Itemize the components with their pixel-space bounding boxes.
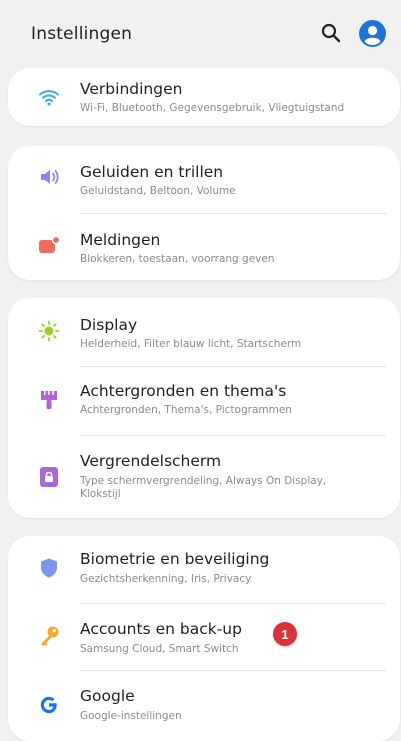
settings-item-title: Meldingen: [80, 231, 161, 249]
settings-item-title: Google: [80, 687, 135, 705]
settings-item-title: Vergrendelscherm: [80, 452, 222, 470]
google-icon: [40, 696, 57, 714]
sun-icon: [38, 320, 60, 342]
settings-item-title: Achtergronden en thema's: [80, 382, 287, 400]
settings-group-display: Display Helderheid, Filter blauw licht, …: [8, 298, 400, 518]
settings-item-title: Accounts en back-up: [80, 620, 242, 638]
settings-item-verbindingen[interactable]: Verbindingen Wi-Fi, Bluetooth, Gegevensg…: [8, 68, 400, 126]
settings-item-subtitle: Blokkeren, toestaan, voorrang geven: [80, 253, 275, 265]
shield-icon: [41, 558, 57, 578]
settings-item-subtitle: Geluidstand, Beltoon, Volume: [80, 185, 236, 197]
notification-badge: 1: [273, 622, 297, 646]
settings-item-display[interactable]: Display Helderheid, Filter blauw licht, …: [8, 298, 400, 366]
settings-item-title: Geluiden en trillen: [80, 163, 224, 181]
settings-item-title: Biometrie en beveiliging: [80, 550, 270, 568]
lock-icon: [40, 467, 58, 487]
settings-item-achtergronden[interactable]: Achtergronden en thema's Achtergronden, …: [8, 366, 400, 435]
settings-item-subtitle: Helderheid, Filter blauw licht, Startsch…: [80, 338, 302, 350]
settings-item-title: Verbindingen: [80, 80, 183, 98]
page-title: Instellingen: [31, 24, 133, 44]
settings-item-google[interactable]: Google Google-instellingen: [8, 670, 400, 737]
settings-item-subtitle: Wi-Fi, Bluetooth, Gegevensgebruik, Vlieg…: [80, 102, 345, 114]
avatar-icon[interactable]: [359, 20, 386, 47]
key-icon: [41, 626, 59, 646]
speaker-icon: [41, 170, 59, 184]
notification-icon: [39, 235, 60, 253]
header: Instellingen: [0, 0, 401, 68]
settings-group-connections: Verbindingen Wi-Fi, Bluetooth, Gegevensg…: [8, 68, 400, 126]
settings-item-subtitle: Type schermvergrendeling, Always On Disp…: [80, 475, 327, 500]
settings-item-vergrendelscherm[interactable]: Vergrendelscherm Type schermvergrendelin…: [8, 435, 400, 518]
settings-item-subtitle: Google-instellingen: [80, 710, 182, 722]
settings-item-title: Display: [80, 316, 138, 334]
paintbrush-icon: [41, 391, 57, 409]
settings-item-biometrie[interactable]: Biometrie en beveiliging Gezichtsherkenn…: [8, 536, 400, 603]
settings-item-geluiden[interactable]: Geluiden en trillen Geluidstand, Beltoon…: [8, 146, 400, 213]
search-icon[interactable]: [320, 22, 342, 44]
settings-item-subtitle: Gezichtsherkenning, Iris, Privacy: [80, 573, 252, 585]
settings-item-meldingen[interactable]: Meldingen Blokkeren, toestaan, voorrang …: [8, 213, 400, 280]
settings-item-subtitle: Achtergronden, Thema's, Pictogrammen: [80, 404, 292, 416]
settings-item-accounts[interactable]: Accounts en back-up Samsung Cloud, Smart…: [8, 603, 400, 670]
wifi-icon: [39, 90, 59, 106]
settings-group-sound-notifications: Geluiden en trillen Geluidstand, Beltoon…: [8, 146, 400, 280]
settings-group-security-accounts: Biometrie en beveiliging Gezichtsherkenn…: [8, 536, 400, 741]
settings-item-subtitle: Samsung Cloud, Smart Switch: [80, 643, 239, 655]
